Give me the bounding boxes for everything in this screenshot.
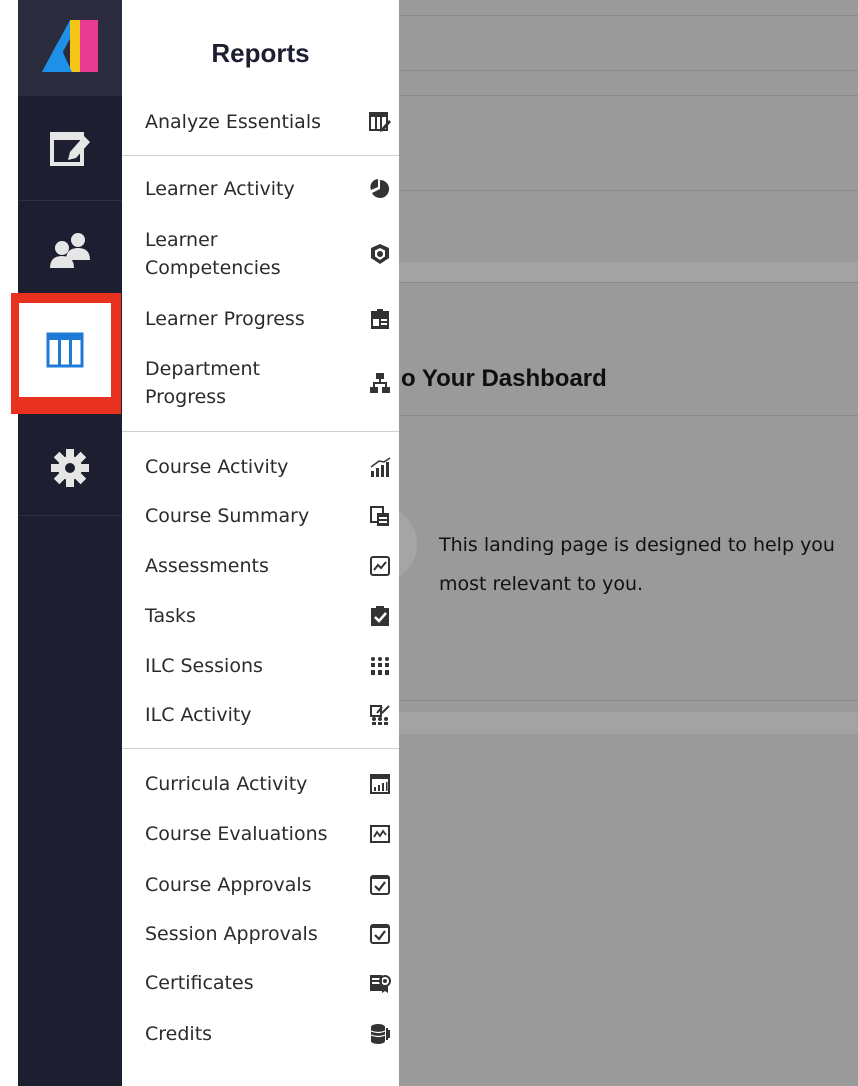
menu-item-learner-progress[interactable]: Learner Progress [145, 305, 395, 333]
menu-item-course-evaluations[interactable]: Course Evaluations [145, 820, 395, 848]
menu-item-label: Tasks [145, 605, 196, 627]
menu-item-course-activity[interactable]: Course Activity [145, 453, 395, 481]
menu-item-learner-competencies[interactable]: Learner Competencies [145, 226, 395, 282]
menu-item-label: ILC Sessions [145, 655, 263, 677]
menu-item-label: ILC Activity [145, 704, 252, 726]
divider [399, 95, 858, 96]
certificate-icon [369, 972, 391, 994]
divider [399, 190, 858, 191]
menu-title: Reports [211, 38, 310, 68]
divider [399, 70, 858, 71]
line-chart-icon [369, 555, 391, 577]
nav-divider [18, 515, 122, 516]
divider [399, 415, 858, 416]
divider [399, 712, 858, 734]
menu-item-analyze-essentials[interactable]: Analyze Essentials [145, 108, 395, 136]
menu-item-tasks[interactable]: Tasks [145, 602, 395, 630]
reports-menu: Reports Analyze Essentials Learner Activ… [122, 0, 399, 1086]
nav-rail [11, 0, 122, 1086]
menu-item-session-approvals[interactable]: Session Approvals [145, 920, 395, 948]
divider [399, 282, 858, 283]
org-chart-icon [369, 372, 391, 394]
menu-item-assessments[interactable]: Assessments [145, 552, 395, 580]
coin-stack-icon [369, 1023, 391, 1045]
nav-settings[interactable] [18, 420, 122, 515]
menu-divider [122, 431, 399, 432]
columns-report-icon [46, 332, 84, 368]
menu-item-course-approvals[interactable]: Course Approvals [145, 871, 395, 899]
menu-item-certificates[interactable]: Certificates [145, 969, 395, 997]
menu-item-label: Learner Competencies [145, 229, 281, 279]
menu-item-label: Certificates [145, 972, 254, 994]
trend-chart-icon [369, 823, 391, 845]
nav-reports-highlight [11, 293, 121, 414]
pie-chart-icon [369, 178, 391, 200]
badge-shield-icon [369, 243, 391, 265]
menu-divider [122, 155, 399, 156]
intro-line-1: This landing page is designed to help yo… [439, 534, 835, 556]
checkbox-icon [369, 874, 391, 896]
menu-item-label: Analyze Essentials [145, 111, 321, 133]
clipboard-check-icon [369, 605, 391, 627]
menu-item-label: Curricula Activity [145, 773, 308, 795]
menu-item-learner-activity[interactable]: Learner Activity [145, 175, 395, 203]
analyze-essentials-icon [369, 111, 391, 133]
bar-growth-icon [369, 456, 391, 478]
menu-item-curricula-activity[interactable]: Curricula Activity [145, 770, 395, 798]
menu-item-label: Department Progress [145, 358, 260, 408]
checklist-people-icon [369, 704, 391, 726]
copy-document-icon [369, 505, 391, 527]
menu-item-label: Course Approvals [145, 874, 312, 896]
dashboard-intro-text: This landing page is designed to help yo… [439, 526, 835, 604]
menu-item-ilc-activity[interactable]: ILC Activity [145, 701, 395, 729]
page-margin [0, 0, 18, 1086]
menu-item-ilc-sessions[interactable]: ILC Sessions [145, 652, 395, 680]
menu-item-label: Credits [145, 1023, 213, 1045]
menu-item-label: Learner Progress [145, 308, 305, 330]
nav-divider [18, 200, 122, 201]
divider [399, 700, 858, 701]
menu-item-credits[interactable]: Credits [145, 1020, 395, 1048]
menu-item-label: Learner Activity [145, 178, 295, 200]
checkbox-icon [369, 923, 391, 945]
menu-divider [122, 748, 399, 749]
dashboard-heading: o Your Dashboard [401, 365, 607, 392]
nav-users[interactable] [18, 205, 122, 295]
divider [399, 15, 858, 16]
menu-item-label: Course Evaluations [145, 823, 328, 845]
menu-item-label: Course Activity [145, 456, 289, 478]
nav-assignments[interactable] [18, 100, 122, 200]
menu-item-label: Session Approvals [145, 923, 318, 945]
intro-line-2: most relevant to you. [439, 573, 644, 595]
brand-logo[interactable] [18, 0, 122, 96]
divider [399, 262, 858, 282]
nav-reports[interactable] [19, 303, 111, 397]
menu-item-label: Course Summary [145, 505, 310, 527]
users-icon [50, 233, 90, 268]
gear-icon [51, 448, 89, 487]
attendees-grid-icon [369, 655, 391, 677]
menu-item-course-summary[interactable]: Course Summary [145, 502, 395, 530]
brand-logo-icon [42, 20, 98, 72]
clipboard-id-icon [369, 308, 391, 330]
menu-item-department-progress[interactable]: Department Progress [145, 355, 395, 411]
area-chart-icon [369, 773, 391, 795]
dimmed-dashboard: o Your Dashboard This landing page is de… [399, 0, 858, 1086]
avatar-circle [399, 505, 417, 583]
edit-window-icon [50, 132, 90, 166]
menu-item-label: Assessments [145, 555, 269, 577]
